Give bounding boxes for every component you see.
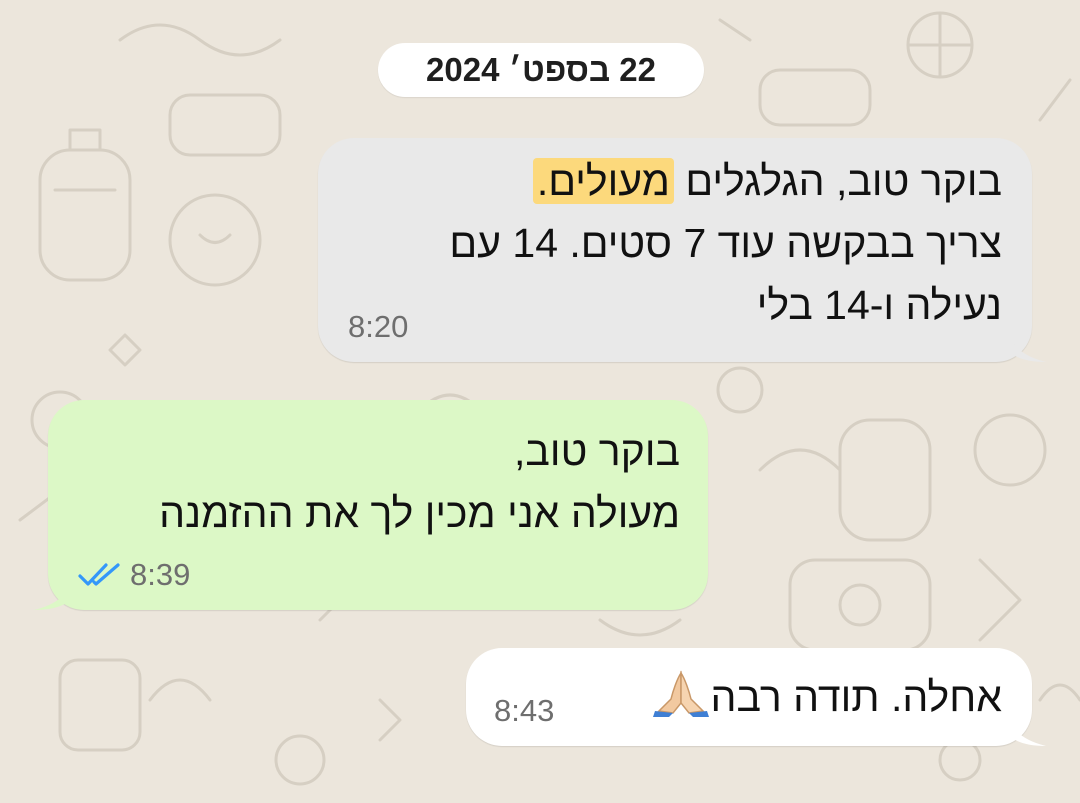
double-check-read-icon [78,562,124,588]
message-line: בוקר טוב, הגלגלים מעולים. [348,150,1002,212]
incoming-message-bubble[interactable]: אחלה. תודה רבה 8:43 [466,648,1046,746]
incoming-message-bubble[interactable]: בוקר טוב, הגלגלים מעולים. צריך בבקשה עוד… [318,138,1046,362]
outgoing-message-bubble[interactable]: בוקר טוב, מעולה אני מכין לך את ההזמנה 8:… [34,400,708,610]
bubble-tail [1006,712,1046,746]
search-highlight: מעולים. [532,158,674,204]
message-timestamp: 8:43 [494,693,555,728]
message-meta: 8:39 [78,558,190,592]
message-timestamp: 8:20 [348,309,409,344]
message-line: מעולה אני מכין לך את ההזמנה [159,490,680,536]
folded-hands-icon [651,669,711,717]
message-line: נעילה ו-14 בלי [756,282,1002,328]
message-line: בוקר טוב, [514,428,680,474]
message-line: צריך בבקשה עוד 7 סטים. 14 עם [449,220,1002,266]
message-line: אחלה. תודה רבה [496,666,1002,728]
bubble-tail [1006,328,1046,362]
bubble-tail [34,576,74,610]
date-separator: 22 בספט׳ 2024 [378,43,704,97]
message-timestamp: 8:39 [130,557,191,592]
